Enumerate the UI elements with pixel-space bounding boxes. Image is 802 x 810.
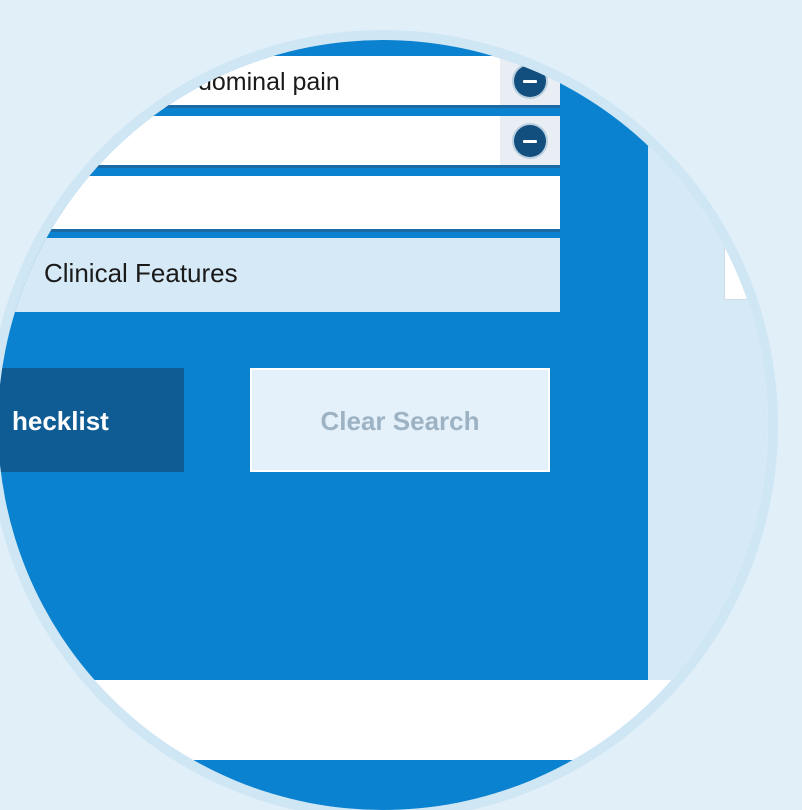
side-input-box[interactable] [724, 220, 768, 300]
side-input-mark [747, 259, 757, 261]
clear-search-button[interactable]: Clear Search [250, 368, 550, 472]
clinical-features-row[interactable]: Clinical Features [0, 238, 560, 312]
clear-search-button-label: Clear Search [320, 406, 480, 436]
clinical-features-label: Clinical Features [44, 258, 238, 288]
symptom-field-2[interactable] [0, 116, 560, 168]
symptom-field-3[interactable] [0, 176, 560, 232]
footer-bar [0, 760, 768, 810]
remove-cell-2 [500, 116, 560, 165]
minus-circle-icon[interactable] [514, 65, 546, 97]
magnified-view: dominal pain Clinical Features hecklist … [0, 40, 768, 810]
checklist-button[interactable]: hecklist [0, 368, 184, 472]
minus-circle-icon[interactable] [514, 125, 546, 157]
remove-cell-1 [500, 56, 560, 105]
checklist-button-label: hecklist [12, 406, 109, 436]
symptom-field-1-text: dominal pain [198, 68, 340, 96]
symptom-field-1[interactable]: dominal pain [0, 56, 560, 108]
side-panel [648, 40, 768, 680]
